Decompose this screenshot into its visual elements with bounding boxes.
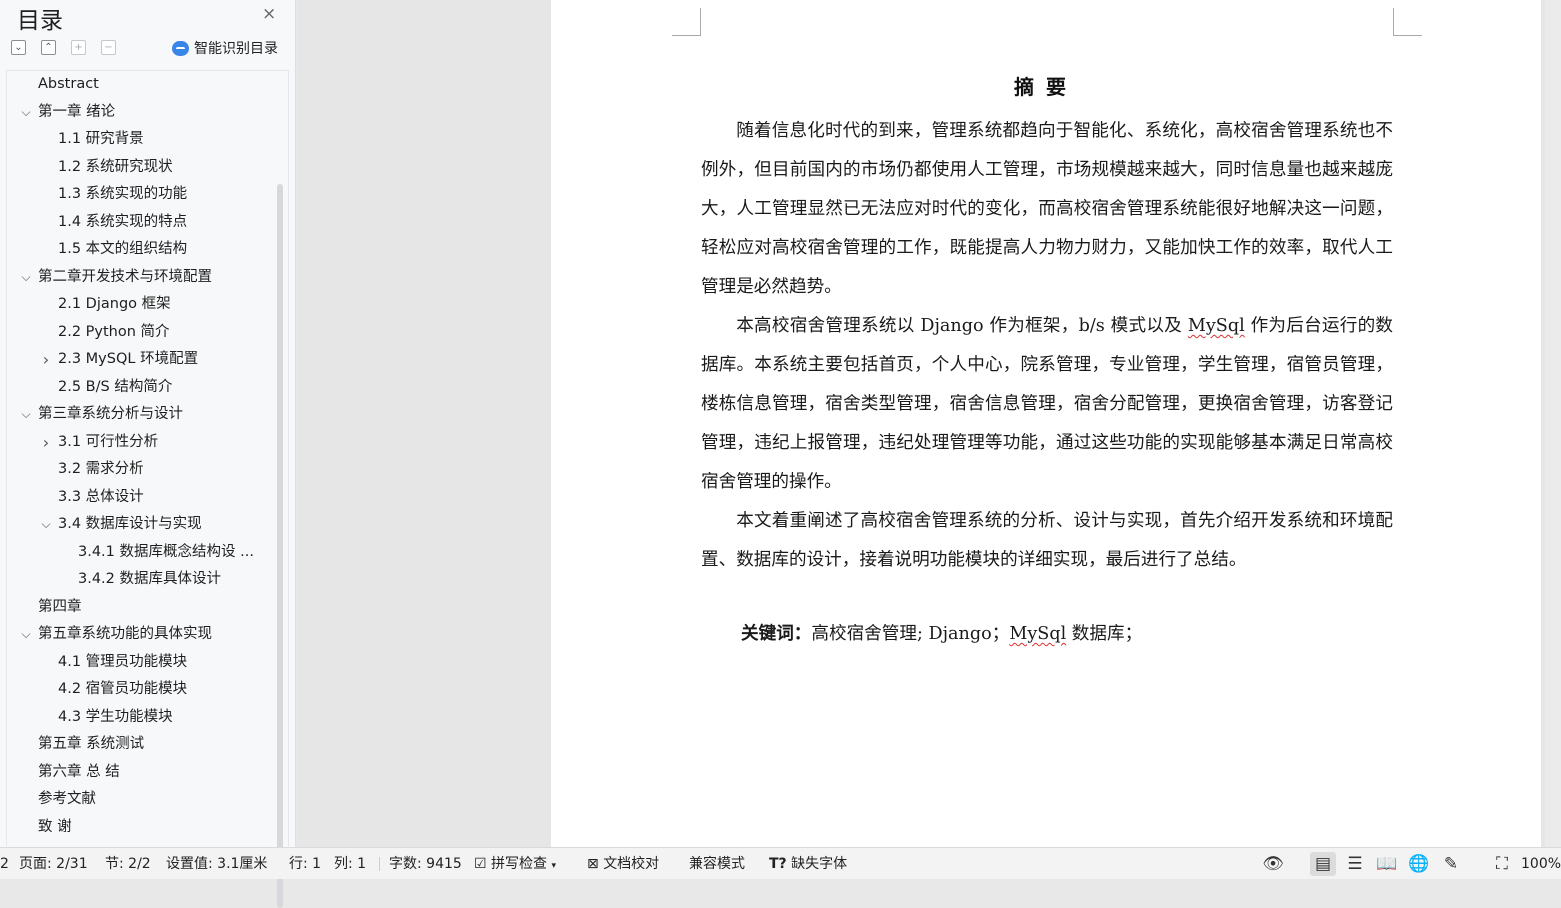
para2-text-a: 本高校宿舍管理系统以 Django 作为框架，b/s 模式以及 xyxy=(736,316,1188,336)
collapse-all-icon[interactable]: ⌃ xyxy=(41,40,56,55)
toc-item[interactable]: 1.3 系统实现的功能 xyxy=(58,181,187,208)
keywords-text-a: 高校宿舍管理; Django； xyxy=(811,624,1010,644)
missing-font-label: 缺失字体 xyxy=(791,856,848,872)
toc-item[interactable]: 参考文献 xyxy=(38,786,96,813)
close-icon[interactable]: × xyxy=(262,4,276,24)
status-setting[interactable]: 设置值: 3.1厘米 xyxy=(166,848,267,880)
toc-item[interactable]: 2.2 Python 简介 xyxy=(58,319,170,346)
zoom-level[interactable]: 100% xyxy=(1521,848,1561,880)
toc-title: 目录 xyxy=(17,8,63,34)
abstract-paragraph-2: 本高校宿舍管理系统以 Django 作为框架，b/s 模式以及 MySql 作为… xyxy=(701,307,1393,502)
abstract-paragraph-1: 随着信息化时代的到来，管理系统都趋向于智能化、系统化，高校宿舍管理系统也不例外，… xyxy=(701,121,1393,297)
fit-page-icon[interactable]: ⛶ xyxy=(1489,852,1515,876)
status-section[interactable]: 节: 2/2 xyxy=(105,848,151,880)
outline-view-icon[interactable]: ☰ xyxy=(1342,852,1368,876)
toc-item[interactable]: 4.2 宿管员功能模块 xyxy=(58,676,187,703)
toc-item[interactable]: 第五章 系统测试 xyxy=(38,731,144,758)
toc-item[interactable]: 3.4.1 数据库概念结构设 ... xyxy=(78,539,254,566)
toc-item[interactable]: 致 谢 xyxy=(38,814,72,841)
para2-text-b: 作为后台运行的数据库。本系统主要包括首页，个人中心，院系管理，专业管理，学生管理… xyxy=(701,316,1394,492)
toc-item[interactable]: 第五章系统功能的具体实现 xyxy=(38,621,212,648)
doc-proof-icon: ⊠ xyxy=(587,856,599,872)
remove-heading-icon[interactable]: − xyxy=(101,40,116,55)
toc-item[interactable]: 第三章系统分析与设计 xyxy=(38,401,183,428)
chevron-down-icon[interactable]: ⌵ xyxy=(40,511,52,538)
toc-item[interactable]: 第一章 绪论 xyxy=(38,99,115,126)
toc-panel: 目录 × ⌄ ⌃ + − 智能识别目录 Abstract ⌵ 第一章 绪论 1.1 研… xyxy=(0,0,296,908)
keywords-line: 关键词：高校宿舍管理; Django；MySql 数据库； xyxy=(741,614,1142,654)
margin-corner-right xyxy=(1393,8,1422,36)
spell-check-icon: ☑ xyxy=(474,856,487,872)
toc-scrollbar[interactable] xyxy=(277,184,283,908)
pen-icon[interactable]: ✎ xyxy=(1438,852,1464,876)
doc-proof-label: 文档校对 xyxy=(603,856,660,872)
missing-font-icon: T? xyxy=(769,856,787,872)
expand-all-icon[interactable]: ⌄ xyxy=(11,40,26,55)
toc-item[interactable]: 2.1 Django 框架 xyxy=(58,291,171,318)
toc-item[interactable]: 第四章 xyxy=(38,594,82,621)
status-word-count[interactable]: 字数: 9415 xyxy=(389,848,462,880)
chevron-right-icon[interactable]: › xyxy=(40,346,52,373)
toc-item[interactable]: 3.2 需求分析 xyxy=(58,456,144,483)
status-left-edge: 2 xyxy=(0,856,9,872)
spell-check-button[interactable]: ☑ 拼写检查 ▾ xyxy=(474,848,556,880)
margin-corner-left xyxy=(672,8,701,36)
document-page[interactable]: 摘要 随着信息化时代的到来，管理系统都趋向于智能化、系统化，高校宿舍管理系统也不… xyxy=(551,0,1541,847)
toc-item[interactable]: 3.3 总体设计 xyxy=(58,484,144,511)
chevron-down-icon[interactable]: ⌵ xyxy=(20,401,32,428)
toc-item[interactable]: 第六章 总 结 xyxy=(38,759,120,786)
web-view-icon[interactable]: 🌐 xyxy=(1406,852,1432,876)
toc-item[interactable]: 4.1 管理员功能模块 xyxy=(58,649,187,676)
toc-item[interactable]: 1.4 系统实现的特点 xyxy=(58,209,187,236)
status-divider xyxy=(379,857,380,871)
toc-item[interactable]: 1.2 系统研究现状 xyxy=(58,154,173,181)
spell-check-label: 拼写检查 xyxy=(491,856,548,872)
toc-item[interactable]: 3.4.2 数据库具体设计 xyxy=(78,566,221,593)
smart-toc-button[interactable]: 智能识别目录 xyxy=(172,38,278,58)
toc-item[interactable]: 4.3 学生功能模块 xyxy=(58,704,173,731)
toc-item[interactable]: 第二章开发技术与环境配置 xyxy=(38,264,212,291)
toc-item[interactable]: 1.5 本文的组织结构 xyxy=(58,236,187,263)
keywords-label: 关键词： xyxy=(741,623,812,644)
toc-item[interactable]: 3.1 可行性分析 xyxy=(58,429,158,456)
abstract-title: 摘要 xyxy=(1014,75,1078,99)
toc-list: Abstract ⌵ 第一章 绪论 1.1 研究背景 1.2 系统研究现状 1.3 系统实… xyxy=(6,70,289,908)
status-column[interactable]: 列: 1 xyxy=(334,848,366,880)
chevron-down-icon[interactable]: ⌵ xyxy=(20,264,32,291)
chevron-down-icon[interactable]: ⌵ xyxy=(20,621,32,648)
chevron-down-icon[interactable]: ⌵ xyxy=(20,99,32,126)
missing-font-button[interactable]: T? 缺失字体 xyxy=(769,848,847,880)
add-heading-icon[interactable]: + xyxy=(71,40,86,55)
smart-toc-label: 智能识别目录 xyxy=(194,41,278,57)
toc-item[interactable]: 1.1 研究背景 xyxy=(58,126,144,153)
chevron-down-icon: ▾ xyxy=(551,861,556,871)
status-line[interactable]: 行: 1 xyxy=(289,848,321,880)
page-view-icon[interactable]: ▤ xyxy=(1310,852,1336,876)
spelling-flag-mysql-keywords[interactable]: MySql xyxy=(1009,624,1066,644)
status-page[interactable]: 页面: 2/31 xyxy=(19,848,88,880)
spelling-flag-mysql[interactable]: MySql xyxy=(1188,316,1245,336)
toc-item[interactable]: 2.5 B/S 结构简介 xyxy=(58,374,172,401)
eye-protect-icon[interactable]: 👁 xyxy=(1260,852,1286,876)
smart-recognize-icon xyxy=(172,40,189,56)
chevron-right-icon[interactable]: › xyxy=(40,429,52,456)
document-scrollbar[interactable] xyxy=(1545,0,1561,847)
read-mode-icon[interactable]: 📖 xyxy=(1374,852,1400,876)
document-area: 摘要 随着信息化时代的到来，管理系统都趋向于智能化、系统化，高校宿舍管理系统也不… xyxy=(297,0,1561,847)
toc-item[interactable]: 3.4 数据库设计与实现 xyxy=(58,511,202,538)
abstract-paragraph-3: 本文着重阐述了高校宿舍管理系统的分析、设计与实现，首先介绍开发系统和环境配置、数… xyxy=(701,511,1393,570)
keywords-text-b: 数据库； xyxy=(1066,624,1143,644)
toc-item[interactable]: Abstract xyxy=(38,71,99,98)
toc-item[interactable]: 2.3 MySQL 环境配置 xyxy=(58,346,198,373)
status-bar: 2 页面: 2/31 节: 2/2 设置值: 3.1厘米 行: 1 列: 1 字… xyxy=(0,847,1561,879)
compat-mode-label[interactable]: 兼容模式 xyxy=(689,848,745,880)
doc-proof-button[interactable]: ⊠ 文档校对 xyxy=(587,848,659,880)
